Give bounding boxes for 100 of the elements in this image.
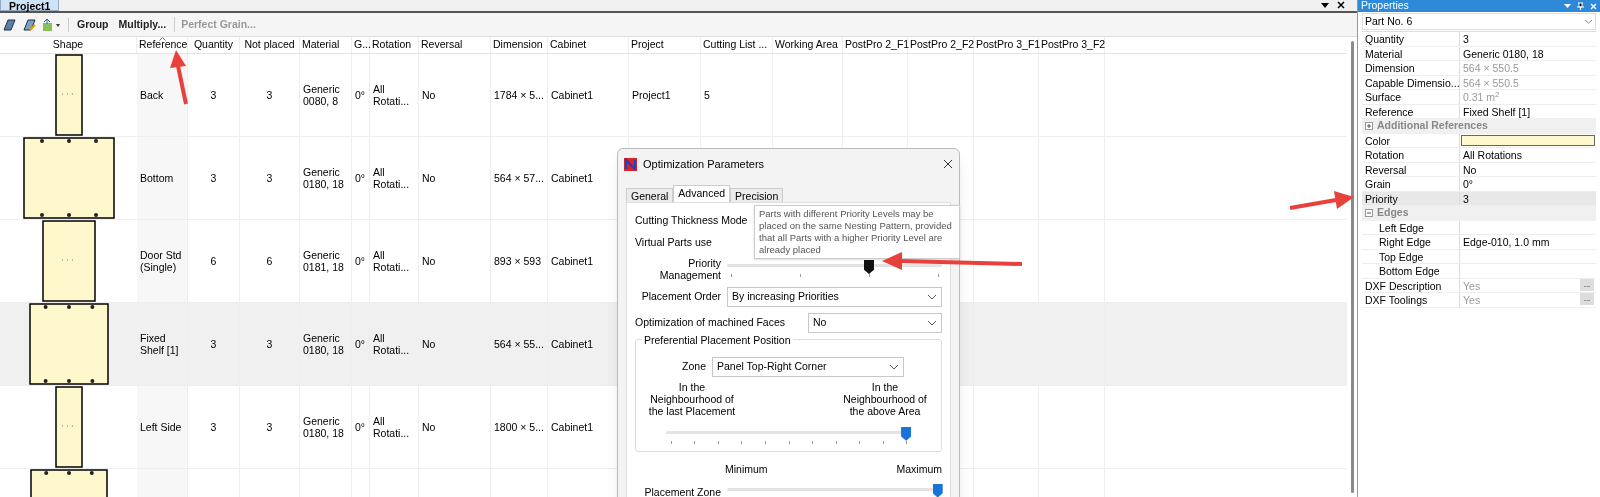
property-value: Fixed Shelf [1] xyxy=(1462,104,1532,118)
option-label: Placement Order xyxy=(640,289,721,305)
property-label: Rotation xyxy=(1365,149,1405,161)
property-value: 0° xyxy=(1462,177,1475,191)
slider[interactable] xyxy=(727,483,942,497)
property-row[interactable]: Dimension 564 × 550.5 xyxy=(1362,61,1596,76)
dropdown[interactable]: Panel Top-Right Corner xyxy=(712,356,904,377)
property-row[interactable]: Bottom Edge xyxy=(1362,264,1596,279)
column-header[interactable]: Shape xyxy=(52,37,84,53)
column-header[interactable]: Reversal xyxy=(421,37,463,53)
dropdown[interactable]: No xyxy=(808,313,942,333)
property-label: Reversal xyxy=(1365,163,1407,176)
property-row[interactable]: Rotation All Rotations xyxy=(1362,148,1596,163)
column-header[interactable]: Reference xyxy=(139,37,188,53)
toolbar-button[interactable]: Multiply... xyxy=(116,16,169,33)
table-cell-text: Generic 0180, 18 xyxy=(303,414,345,439)
table-cell: 0° xyxy=(355,337,366,350)
property-label: Capable Dimensio... xyxy=(1365,76,1460,89)
property-row[interactable]: Surface 0.31 m$^{2}$ xyxy=(1362,90,1596,105)
collapse-icon[interactable] xyxy=(1365,209,1373,218)
close-icon[interactable] xyxy=(1337,1,1345,9)
property-row[interactable]: Right Edge Edge-010, 1.0 mm xyxy=(1362,235,1596,250)
column-header[interactable]: G... xyxy=(354,37,371,53)
column-header[interactable]: PostPro 3_F2 xyxy=(1041,37,1106,53)
column-header[interactable]: Material xyxy=(302,37,340,53)
table-cell: Cabinet1 xyxy=(551,420,594,433)
property-label: Material xyxy=(1365,47,1403,60)
option-label: Optimization of machined Faces xyxy=(635,315,786,331)
chevron-down-icon xyxy=(927,294,937,300)
pin-icon[interactable] xyxy=(1577,2,1584,10)
slider-thumb[interactable] xyxy=(932,483,943,497)
dialog-tab[interactable]: General xyxy=(626,188,674,202)
property-value: 3 xyxy=(1462,191,1470,205)
panel-title: Properties xyxy=(1361,0,1410,14)
sort-caret-icon xyxy=(159,37,166,41)
annotation-arrow xyxy=(170,50,188,105)
document-tab[interactable]: Project1 xyxy=(0,0,60,11)
table-cell: Cabinet1 xyxy=(551,88,594,101)
browse-button[interactable]: ... xyxy=(1580,293,1594,305)
property-row[interactable]: Quantity 3 xyxy=(1362,32,1596,47)
table-cell: 6 xyxy=(210,254,217,267)
slider-label: Placement Zone xyxy=(643,484,721,497)
property-value: 564 × 550.5 xyxy=(1462,61,1520,75)
column-header[interactable]: Quantity xyxy=(193,37,234,53)
table-cell: No xyxy=(422,88,436,101)
table-cell: Cabinet1 xyxy=(551,254,594,267)
export-icon[interactable] xyxy=(42,17,62,32)
table-cell: 3 xyxy=(210,337,217,350)
app-logo-icon xyxy=(624,157,637,171)
panel-icon[interactable] xyxy=(2,17,16,32)
table-cell-text: Generic 0080, 8 xyxy=(303,82,341,107)
group-label: Additional References xyxy=(1377,118,1488,134)
table-cell: Project1 xyxy=(632,88,671,101)
column-header[interactable]: Dimension xyxy=(493,37,543,53)
slider-thumb[interactable] xyxy=(901,426,912,441)
table-cell-text: Generic 0180, 18 xyxy=(303,331,345,356)
column-header[interactable]: Rotation xyxy=(372,37,412,53)
group-label: Edges xyxy=(1377,205,1409,221)
property-label: Left Edge xyxy=(1379,221,1424,234)
part-selector[interactable]: Part No. 6 xyxy=(1362,13,1596,30)
column-header[interactable]: PostPro 3_F1 xyxy=(976,37,1041,53)
column-header[interactable]: Cabinet xyxy=(550,37,587,53)
table-cell: 5 xyxy=(704,88,710,101)
close-icon[interactable] xyxy=(943,159,953,169)
table-cell-text: All Rotati... xyxy=(373,82,411,107)
slider-label: Priority Management xyxy=(658,257,721,281)
edit-panel-icon[interactable] xyxy=(22,17,36,32)
slider[interactable] xyxy=(666,426,911,445)
table-cell: No xyxy=(422,420,436,433)
property-row[interactable]: DXF Toolings Yes ... xyxy=(1362,293,1596,308)
scrollbar[interactable] xyxy=(1350,41,1354,493)
dialog-tab[interactable]: Advanced xyxy=(673,185,731,202)
column-header[interactable]: PostPro 2_F2 xyxy=(910,37,975,53)
dropdown[interactable]: By increasing Priorities xyxy=(727,287,942,307)
chevron-down-icon xyxy=(889,363,899,370)
property-label: Surface xyxy=(1365,91,1402,103)
table-cell: Back xyxy=(140,88,164,101)
property-label: DXF Toolings xyxy=(1365,294,1428,306)
table-cell: 564 × 55... xyxy=(494,337,544,350)
slider-thumb[interactable] xyxy=(863,260,874,274)
column-header[interactable]: Not placed xyxy=(244,37,295,53)
table-cell: Cabinet1 xyxy=(551,337,594,350)
toolbar-button[interactable]: Group xyxy=(75,16,111,33)
property-label: Grain xyxy=(1365,178,1391,190)
property-value: Yes xyxy=(1462,278,1482,292)
column-header[interactable]: Project xyxy=(631,37,664,53)
tooltip: Parts with different Priority Levels may be placed on the same Nesting Pattern, provided that all Parts with a higher Priority Level are already placed xyxy=(754,205,960,259)
option-label: Virtual Parts use xyxy=(635,235,712,250)
option-label: Cutting Thickness Mode xyxy=(635,213,748,228)
property-value: Generic 0180, 18 xyxy=(1462,46,1545,60)
table-cell: 6 xyxy=(266,254,273,267)
property-row[interactable]: Grain 0° xyxy=(1362,177,1596,192)
expand-icon[interactable] xyxy=(1365,122,1373,131)
column-header[interactable]: Cutting List ... xyxy=(703,37,768,53)
table-cell: 3 xyxy=(210,171,217,184)
dialog-tab[interactable]: Precision xyxy=(730,188,784,202)
property-label: Quantity xyxy=(1365,33,1405,45)
dropdown-icon[interactable] xyxy=(1321,3,1329,8)
column-header[interactable]: Working Area xyxy=(775,37,838,53)
column-header[interactable]: PostPro 2_F1 xyxy=(845,37,910,53)
